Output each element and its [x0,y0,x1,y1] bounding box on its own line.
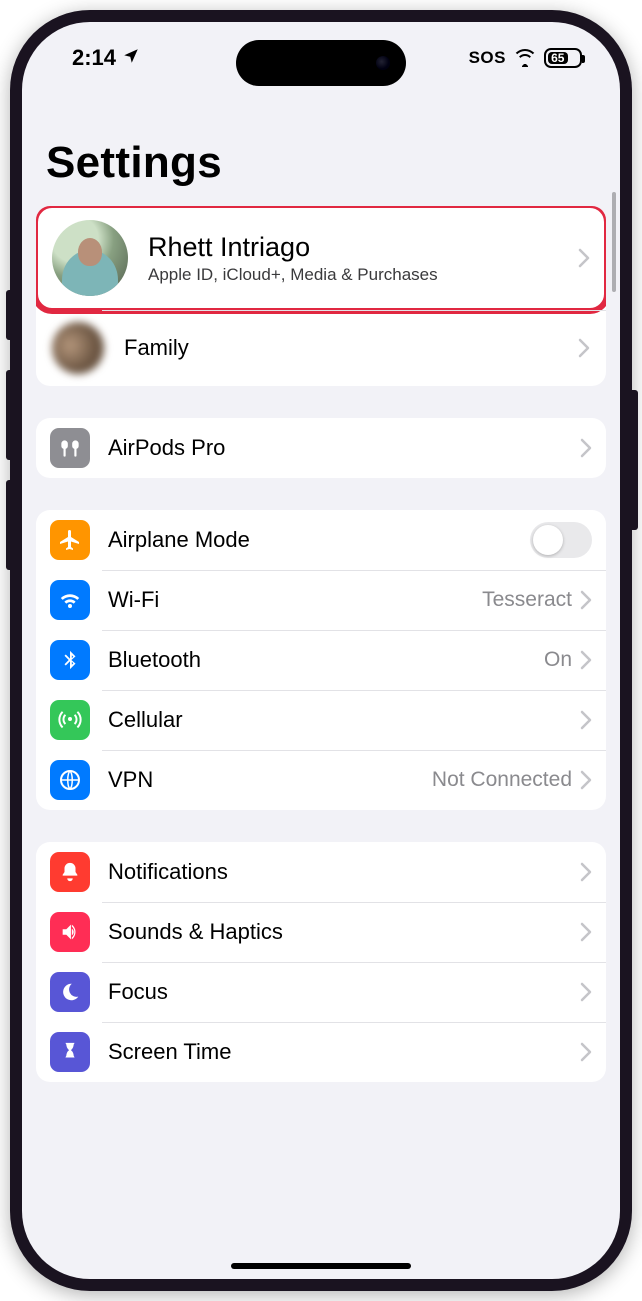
sounds-row[interactable]: Sounds & Haptics [36,902,606,962]
wifi-label: Wi-Fi [108,587,482,613]
battery-level: 65 [548,52,568,64]
chevron-right-icon [580,770,592,790]
chevron-right-icon [578,248,590,268]
screentime-icon [50,1032,90,1072]
screentime-row[interactable]: Screen Time [36,1022,606,1082]
family-row[interactable]: Family [36,310,606,386]
airpods-row[interactable]: AirPods Pro [36,418,606,478]
apple-id-row[interactable]: Rhett Intriago Apple ID, iCloud+, Media … [36,206,606,310]
vpn-value: Not Connected [432,768,572,792]
airpods-icon [50,428,90,468]
sounds-icon [50,912,90,952]
chevron-right-icon [580,438,592,458]
bluetooth-icon [50,640,90,680]
cellular-label: Cellular [108,707,580,733]
notifications-row[interactable]: Notifications [36,842,606,902]
wifi-icon [514,49,536,67]
wifi-settings-icon [50,580,90,620]
settings-scroll[interactable]: Settings Rhett Intriago Apple ID, iCloud… [22,94,620,1259]
power-button [632,390,638,530]
chevron-right-icon [580,650,592,670]
profile-subtitle: Apple ID, iCloud+, Media & Purchases [148,265,578,285]
airplane-toggle[interactable] [530,522,592,558]
device-frame: 2:14 SOS 65 Settings [10,10,632,1291]
vpn-label: VPN [108,767,432,793]
home-indicator[interactable] [231,1263,411,1269]
family-avatar [52,322,104,374]
vpn-row[interactable]: VPN Not Connected [36,750,606,810]
vpn-icon [50,760,90,800]
chevron-right-icon [580,862,592,882]
notifications-icon [50,852,90,892]
group-system: Notifications Sounds & Haptics Focus [36,842,606,1082]
bluetooth-row[interactable]: Bluetooth On [36,630,606,690]
wifi-row[interactable]: Wi-Fi Tesseract [36,570,606,630]
focus-label: Focus [108,979,580,1005]
focus-icon [50,972,90,1012]
bluetooth-value: On [544,648,572,672]
cellular-icon [50,700,90,740]
chevron-right-icon [580,922,592,942]
sounds-label: Sounds & Haptics [108,919,580,945]
family-label: Family [124,335,578,361]
chevron-right-icon [580,982,592,1002]
battery-indicator: 65 [544,48,582,68]
screentime-label: Screen Time [108,1039,580,1065]
cellular-row[interactable]: Cellular [36,690,606,750]
group-connectivity: Airplane Mode Wi-Fi Tesseract Bluetooth [36,510,606,810]
chevron-right-icon [580,1042,592,1062]
status-time: 2:14 [72,45,116,71]
airplane-label: Airplane Mode [108,527,530,553]
group-airpods: AirPods Pro [36,418,606,478]
location-icon [122,45,140,71]
sos-indicator: SOS [469,48,506,68]
airplane-icon [50,520,90,560]
airpods-label: AirPods Pro [108,435,580,461]
wifi-value: Tesseract [482,588,572,612]
screen: 2:14 SOS 65 Settings [22,22,620,1279]
chevron-right-icon [580,590,592,610]
scroll-indicator [612,192,616,292]
notifications-label: Notifications [108,859,580,885]
airplane-mode-row[interactable]: Airplane Mode [36,510,606,570]
bluetooth-label: Bluetooth [108,647,544,673]
page-title: Settings [36,94,606,206]
focus-row[interactable]: Focus [36,962,606,1022]
profile-name: Rhett Intriago [148,231,578,263]
group-account: Rhett Intriago Apple ID, iCloud+, Media … [36,206,606,386]
avatar [52,220,128,296]
chevron-right-icon [578,338,590,358]
chevron-right-icon [580,710,592,730]
dynamic-island [236,40,406,86]
